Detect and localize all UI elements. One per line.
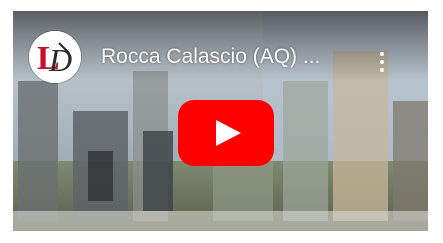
more-options-button[interactable]: [373, 49, 391, 75]
youtube-play-icon: [178, 100, 274, 166]
channel-logo-icon: L D: [29, 31, 81, 83]
play-button[interactable]: [178, 100, 274, 166]
channel-avatar[interactable]: L D: [29, 31, 81, 83]
svg-text:D: D: [48, 42, 72, 78]
video-player[interactable]: L D Rocca Calascio (AQ) ...: [13, 11, 428, 231]
video-title[interactable]: Rocca Calascio (AQ) ...: [101, 44, 371, 70]
more-vert-icon: [380, 52, 384, 72]
